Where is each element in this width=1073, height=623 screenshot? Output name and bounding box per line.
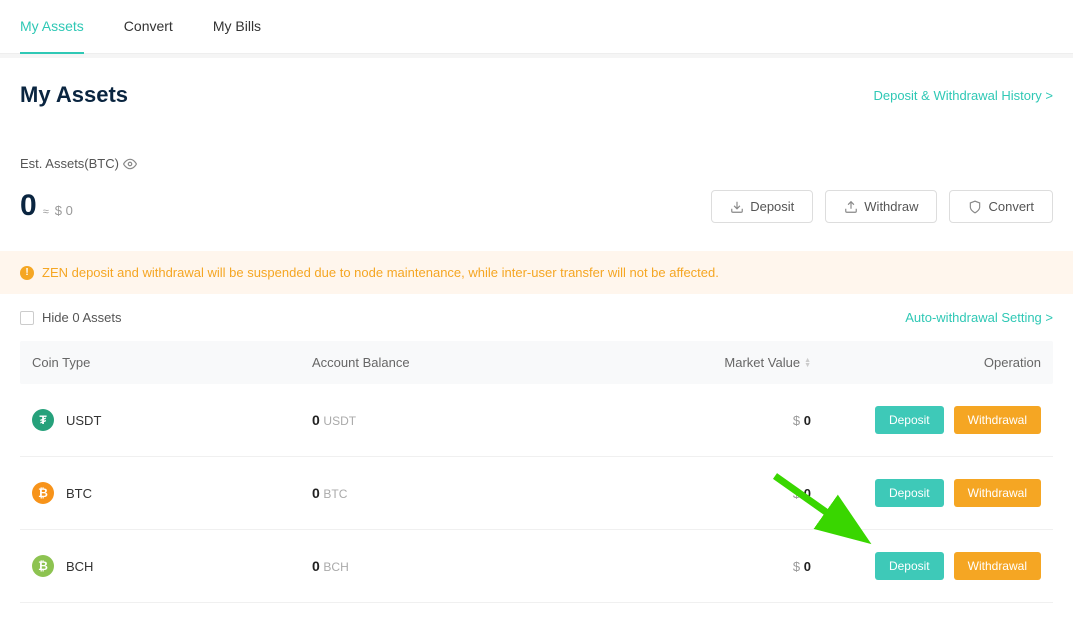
table-row: ₿ BCH 0 BCH $ 0 Deposit Withdrawal: [20, 530, 1053, 603]
page-title: My Assets: [20, 82, 128, 108]
eye-icon[interactable]: [123, 157, 137, 171]
withdraw-button[interactable]: Withdraw: [825, 190, 937, 223]
action-buttons: Deposit Withdraw Convert: [711, 190, 1053, 223]
filter-bar: Hide 0 Assets Auto-withdrawal Setting >: [0, 294, 1073, 341]
approx-symbol: ≈: [43, 206, 49, 218]
alert-icon: !: [20, 266, 34, 280]
tab-my-bills[interactable]: My Bills: [213, 0, 261, 53]
alert-banner: ! ZEN deposit and withdrawal will be sus…: [0, 251, 1073, 294]
btc-icon: ₿: [32, 482, 54, 504]
alert-text: ZEN deposit and withdrawal will be suspe…: [42, 265, 719, 280]
th-operation: Operation: [811, 355, 1041, 370]
auto-withdrawal-setting-link[interactable]: Auto-withdrawal Setting >: [905, 310, 1053, 325]
usdt-icon: ₮: [32, 409, 54, 431]
tab-convert[interactable]: Convert: [124, 0, 173, 53]
market-value: 0: [804, 413, 811, 428]
market-symbol: $: [793, 413, 800, 428]
th-coin-type: Coin Type: [32, 355, 312, 370]
sort-icon: ▲▼: [804, 358, 811, 368]
table-row: ₿ BTC 0 BTC $ 0 Deposit Withdrawal: [20, 457, 1053, 530]
withdraw-icon: [844, 200, 858, 214]
bch-icon: ₿: [32, 555, 54, 577]
deposit-button[interactable]: Deposit: [711, 190, 813, 223]
th-account-balance: Account Balance: [312, 355, 562, 370]
row-withdrawal-button[interactable]: Withdrawal: [954, 479, 1041, 507]
row-deposit-button[interactable]: Deposit: [875, 552, 944, 580]
coin-symbol: BCH: [66, 559, 93, 574]
coin-symbol: BTC: [66, 486, 92, 501]
market-value: 0: [804, 486, 811, 501]
hide-zero-assets-checkbox[interactable]: Hide 0 Assets: [20, 310, 122, 325]
row-withdrawal-button[interactable]: Withdrawal: [954, 552, 1041, 580]
balance-value: 0: [312, 558, 320, 574]
th-market-value[interactable]: Market Value ▲▼: [562, 355, 812, 370]
market-symbol: $: [793, 559, 800, 574]
est-assets-section: Est. Assets(BTC) 0 ≈ $ 0 Deposit Withdra…: [0, 132, 1073, 251]
row-withdrawal-button[interactable]: Withdrawal: [954, 406, 1041, 434]
balance-value: 0: [312, 485, 320, 501]
market-symbol: $: [793, 486, 800, 501]
table-row: ₮ USDT 0 USDT $ 0 Deposit Withdrawal: [20, 384, 1053, 457]
est-assets-label: Est. Assets(BTC): [20, 156, 137, 171]
table-header: Coin Type Account Balance Market Value ▲…: [20, 341, 1053, 384]
balance-unit: USDT: [323, 414, 356, 428]
tab-my-assets[interactable]: My Assets: [20, 0, 84, 54]
row-deposit-button[interactable]: Deposit: [875, 406, 944, 434]
balance-value: 0: [312, 412, 320, 428]
page-title-bar: My Assets Deposit & Withdrawal History >: [0, 58, 1073, 132]
est-assets-value: 0: [20, 189, 37, 223]
deposit-withdrawal-history-link[interactable]: Deposit & Withdrawal History >: [873, 88, 1053, 103]
market-value: 0: [804, 559, 811, 574]
row-deposit-button[interactable]: Deposit: [875, 479, 944, 507]
balance-unit: BTC: [323, 487, 347, 501]
balance-unit: BCH: [323, 560, 348, 574]
deposit-icon: [730, 200, 744, 214]
tabs: My Assets Convert My Bills: [0, 0, 1073, 54]
assets-table: Coin Type Account Balance Market Value ▲…: [0, 341, 1073, 623]
coin-symbol: USDT: [66, 413, 101, 428]
est-assets-usd: $ 0: [55, 203, 73, 218]
shield-icon: [968, 200, 982, 214]
convert-button[interactable]: Convert: [949, 190, 1053, 223]
